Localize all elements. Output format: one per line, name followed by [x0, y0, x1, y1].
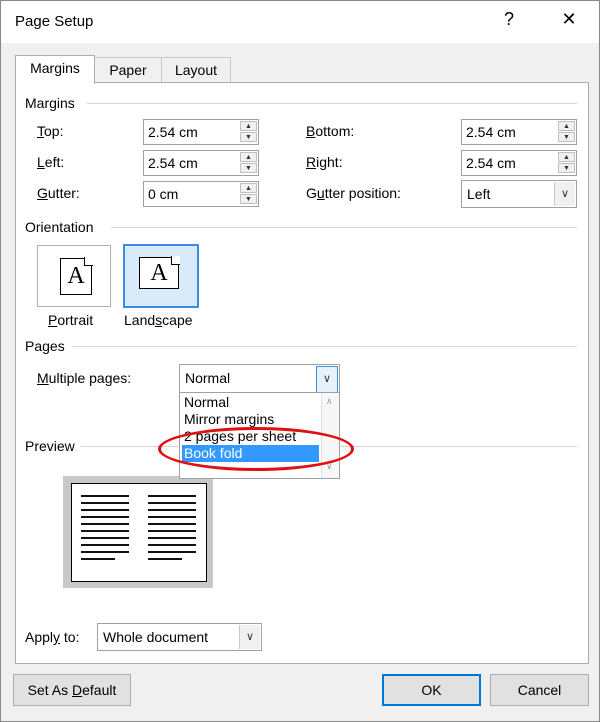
left-margin-spinner[interactable]: 2.54 cm ▲ ▼: [143, 150, 259, 176]
orientation-section-label: Orientation: [25, 219, 94, 235]
right-margin-spinner[interactable]: 2.54 cm ▲ ▼: [461, 150, 577, 176]
bottom-margin-spinner[interactable]: 2.54 cm ▲ ▼: [461, 119, 577, 145]
right-margin-label: Right:: [306, 154, 343, 170]
portrait-label: Portrait: [48, 312, 94, 328]
gutter-label: Gutter:: [37, 185, 80, 201]
landscape-button[interactable]: A: [123, 244, 199, 308]
margins-divider: [87, 103, 577, 104]
spin-down-icon[interactable]: ▼: [240, 194, 257, 204]
gutter-position-select[interactable]: Left ∨: [461, 180, 577, 208]
top-margin-value: 2.54 cm: [148, 124, 198, 140]
bottom-margin-value: 2.54 cm: [466, 124, 516, 140]
gutter-position-label: Gutter position:: [306, 185, 401, 201]
multiple-pages-value: Normal: [185, 370, 231, 386]
portrait-button[interactable]: A: [37, 245, 111, 307]
apply-to-select[interactable]: Whole document ∨: [97, 623, 262, 651]
preview-page: [71, 483, 207, 582]
orientation-divider: [111, 227, 577, 228]
pages-section-label: Pages: [25, 338, 65, 354]
left-margin-label: Left:: [37, 154, 65, 170]
top-margin-label: Top:: [37, 123, 64, 139]
multiple-pages-select[interactable]: Normal ∨: [179, 364, 340, 393]
gutter-spinner[interactable]: 0 cm ▲ ▼: [143, 181, 259, 207]
cancel-button[interactable]: Cancel: [490, 674, 589, 706]
chevron-down-icon[interactable]: ∨: [239, 625, 260, 649]
gutter-value: 0 cm: [148, 186, 179, 202]
preview-section-label: Preview: [25, 438, 75, 454]
spin-up-icon[interactable]: ▲: [240, 121, 257, 131]
spin-up-icon[interactable]: ▲: [240, 183, 257, 193]
spin-down-icon[interactable]: ▼: [240, 132, 257, 142]
spin-down-icon[interactable]: ▼: [558, 163, 575, 173]
spin-up-icon[interactable]: ▲: [558, 152, 575, 162]
right-margin-value: 2.54 cm: [466, 155, 516, 171]
ok-button[interactable]: OK: [382, 674, 481, 706]
tab-margins[interactable]: Margins: [15, 55, 95, 84]
preview-divider-right: [339, 446, 577, 447]
bottom-margin-label: Bottom:: [306, 123, 355, 139]
close-button[interactable]: ✕: [557, 9, 581, 30]
left-margin-value: 2.54 cm: [148, 155, 198, 171]
apply-to-value: Whole document: [103, 629, 209, 645]
spin-up-icon[interactable]: ▲: [558, 121, 575, 131]
set-as-default-button[interactable]: Set As Default: [13, 674, 131, 706]
margins-section-label: Margins: [25, 95, 75, 111]
page-setup-dialog: Page Setup ? ✕ Margins Paper Layout Marg…: [0, 0, 600, 722]
help-button[interactable]: ?: [497, 9, 521, 30]
chevron-down-icon[interactable]: ∨: [554, 182, 575, 206]
spin-down-icon[interactable]: ▼: [558, 132, 575, 142]
spin-up-icon[interactable]: ▲: [240, 152, 257, 162]
option-normal[interactable]: Normal: [182, 394, 319, 411]
landscape-page-icon: A: [139, 256, 180, 289]
top-margin-spinner[interactable]: 2.54 cm ▲ ▼: [143, 119, 259, 145]
portrait-page-icon: A: [60, 257, 93, 295]
gutter-position-value: Left: [467, 186, 491, 202]
apply-to-label: Apply to:: [25, 629, 80, 645]
title-bar: Page Setup ? ✕: [1, 1, 599, 43]
chevron-down-icon[interactable]: ∨: [316, 366, 338, 393]
scroll-up-icon[interactable]: ∧: [326, 396, 333, 407]
landscape-label: Landscape: [124, 312, 193, 328]
tab-layout[interactable]: Layout: [161, 57, 231, 83]
highlight-annotation-oval: [158, 427, 354, 471]
tab-paper[interactable]: Paper: [93, 57, 163, 83]
dialog-title: Page Setup: [15, 13, 94, 30]
pages-divider: [73, 346, 577, 347]
option-mirror-margins[interactable]: Mirror margins: [182, 411, 319, 428]
multiple-pages-label: Multiple pages:: [37, 370, 132, 386]
spin-down-icon[interactable]: ▼: [240, 163, 257, 173]
